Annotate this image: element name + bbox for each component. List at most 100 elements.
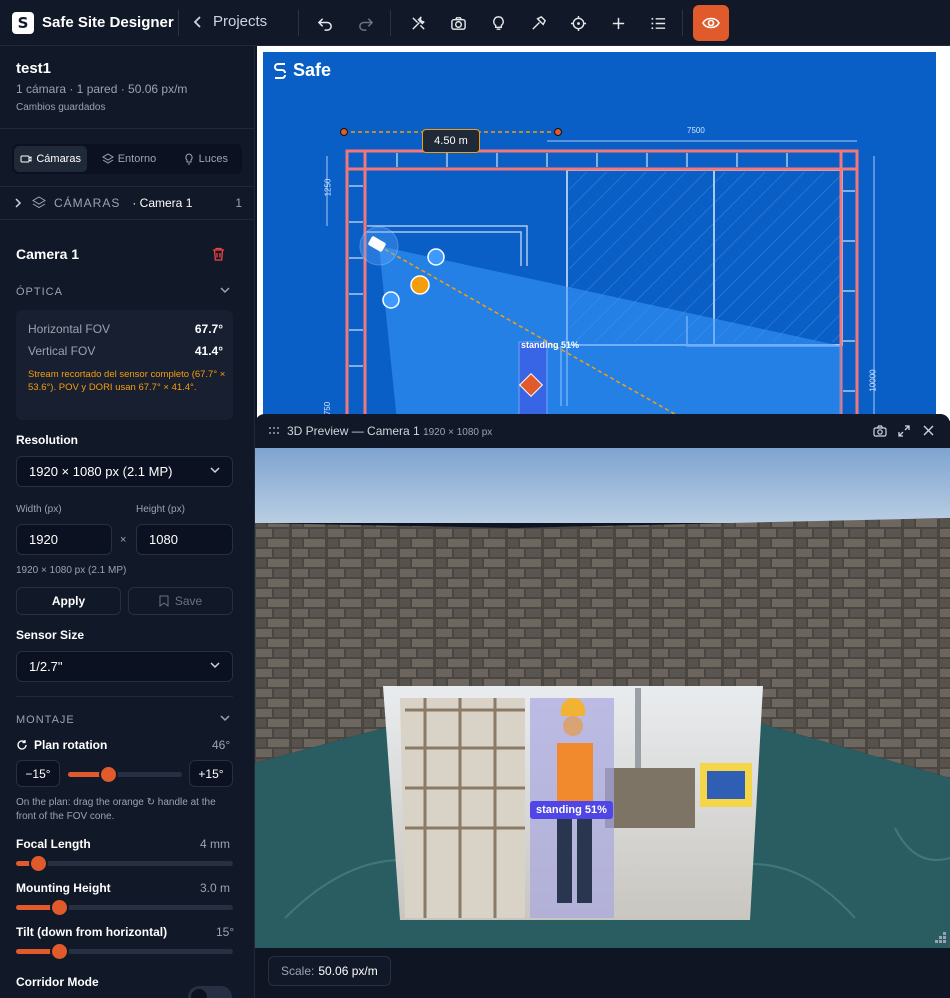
fov-warning: Stream recortado del sensor completo (67…: [28, 369, 226, 393]
divider: [390, 10, 391, 36]
preview-header: 3D Preview — Camera 1 1920 × 1080 px: [255, 414, 950, 448]
cameras-section-header[interactable]: CÁMARAS · Camera 1 1: [14, 196, 244, 210]
focal-slider[interactable]: [16, 854, 233, 873]
height-slider[interactable]: [16, 898, 233, 917]
camera-icon: [20, 155, 32, 163]
hammer-button[interactable]: [523, 8, 553, 38]
tab-cameras[interactable]: Cámaras: [14, 146, 88, 172]
chevron-down-icon: [210, 662, 220, 669]
lights-button[interactable]: [483, 8, 513, 38]
rotate-minus-button[interactable]: −15°: [16, 760, 60, 787]
save-status: Cambios guardados: [16, 102, 106, 113]
dimension-right: 10000: [868, 369, 878, 392]
width-label: Width (px): [16, 504, 62, 515]
width-input[interactable]: 1920: [16, 524, 112, 555]
preview-scene[interactable]: [255, 448, 950, 948]
camera-icon: [450, 16, 466, 30]
tab-label: Cámaras: [36, 153, 81, 165]
chevron-down-icon: [220, 287, 230, 294]
apply-label: Apply: [51, 594, 86, 608]
chevron-left-icon: [193, 15, 201, 28]
slider-thumb[interactable]: [28, 854, 48, 873]
snapshot-button[interactable]: [443, 8, 473, 38]
scale-label: Scale:: [281, 964, 315, 978]
rotation-value: 46°: [212, 738, 231, 752]
cameras-section-title: CÁMARAS: [54, 196, 121, 210]
hfov-row: Horizontal FOV 67.7°: [28, 322, 223, 336]
preview-resolution: 1920 × 1080 px: [423, 427, 493, 438]
eye-icon: [702, 17, 720, 29]
chevron-down-icon: [210, 467, 220, 474]
tab-label: Entorno: [117, 153, 157, 165]
list-button[interactable]: [643, 8, 673, 38]
sensor-select[interactable]: 1/2.7": [16, 651, 233, 682]
divider: [298, 10, 299, 36]
preview-toggle-button[interactable]: [693, 5, 729, 41]
save-button[interactable]: Save: [128, 587, 233, 615]
floor-plan-canvas[interactable]: Safe 4.50 m 7500 1250 10000 750 standing…: [257, 46, 950, 423]
snapshot-icon[interactable]: [873, 425, 887, 437]
project-title: test1: [16, 60, 52, 77]
preview-panel: 3D Preview — Camera 1 1920 × 1080 px sta…: [255, 414, 950, 948]
sidebar-tabs: Cámaras Entorno Luces: [12, 144, 242, 174]
bulb-icon: [185, 153, 193, 165]
resolution-label: Resolution: [16, 433, 78, 447]
corridor-toggle[interactable]: [188, 986, 232, 998]
resolution-selected: 1920 × 1080 px (2.1 MP): [29, 464, 173, 479]
dimension-top: 7500: [687, 126, 705, 135]
app-logo: S: [12, 12, 34, 34]
resolution-select[interactable]: 1920 × 1080 px (2.1 MP): [16, 456, 233, 487]
optics-collapse-button[interactable]: [220, 286, 230, 297]
toggle-knob: [191, 989, 207, 998]
focal-value: 4 mm: [200, 837, 230, 851]
mounting-section-title: MONTAJE: [16, 714, 75, 726]
redo-button[interactable]: [350, 8, 380, 38]
apply-button[interactable]: Apply: [16, 587, 121, 615]
hammer-icon: [531, 15, 546, 30]
sensor-label: Sensor Size: [16, 628, 85, 642]
vfov-row: Vertical FOV 41.4°: [28, 344, 223, 358]
slider-thumb[interactable]: [50, 898, 70, 917]
plus-label: +15°: [198, 766, 224, 781]
rotation-slider[interactable]: [68, 765, 182, 784]
measure-label[interactable]: 4.50 m: [422, 129, 480, 153]
crosshair-icon: [570, 15, 586, 31]
delete-camera-button[interactable]: [212, 247, 225, 266]
divider: [0, 128, 254, 129]
cameras-count: 1: [235, 196, 242, 210]
height-input[interactable]: 1080: [136, 524, 233, 555]
sensor-selected: 1/2.7": [29, 659, 63, 674]
height-value: 1080: [149, 532, 178, 547]
tools-button[interactable]: [403, 8, 433, 38]
expand-icon[interactable]: [898, 425, 910, 437]
undo-button[interactable]: [310, 8, 340, 38]
tilt-label: Tilt (down from horizontal): [16, 925, 168, 939]
projects-label: Projects: [213, 13, 268, 30]
optics-box: Horizontal FOV 67.7° Vertical FOV 41.4° …: [16, 310, 233, 420]
safe-logo-icon: [274, 62, 286, 79]
target-button[interactable]: [563, 8, 593, 38]
tab-lights[interactable]: Luces: [171, 146, 240, 172]
slider-thumb[interactable]: [50, 942, 70, 961]
projects-link[interactable]: Projects: [193, 13, 267, 30]
tilt-slider[interactable]: [16, 942, 233, 961]
close-icon[interactable]: [923, 425, 934, 436]
resize-handle-icon[interactable]: [935, 932, 947, 944]
resolution-summary: 1920 × 1080 px (2.1 MP): [16, 565, 127, 576]
tab-label: Luces: [198, 153, 228, 165]
current-camera: · Camera 1: [132, 196, 193, 210]
divider: [16, 696, 233, 697]
add-button[interactable]: [603, 8, 633, 38]
divider: [682, 10, 683, 36]
mounting-collapse-button[interactable]: [220, 714, 230, 725]
hfov-value: 67.7°: [194, 322, 223, 336]
bookmark-icon: [159, 595, 169, 607]
drag-handle-icon[interactable]: [269, 427, 279, 435]
project-summary: 1 cámara · 1 pared · 50.06 px/m: [16, 82, 188, 96]
tools-icon: [411, 15, 425, 30]
slider-thumb[interactable]: [98, 765, 118, 784]
rotate-plus-button[interactable]: +15°: [189, 760, 233, 787]
list-icon: [650, 17, 665, 29]
rotate-icon: [17, 740, 27, 750]
tab-environment[interactable]: Entorno: [91, 146, 166, 172]
